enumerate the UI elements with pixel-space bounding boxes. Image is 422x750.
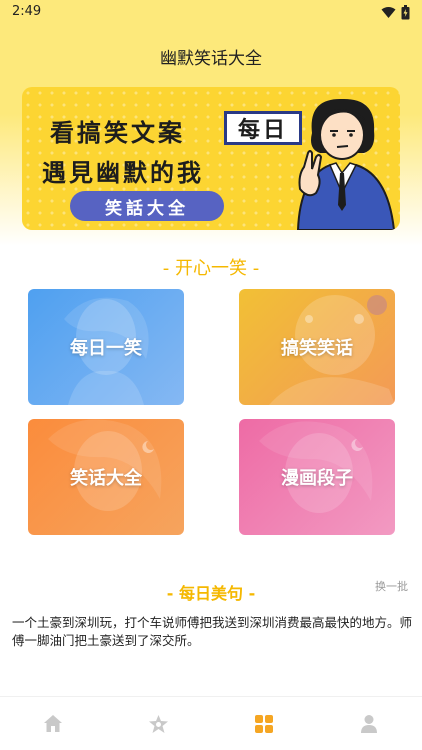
grid-icon (254, 714, 273, 733)
card-funny-jokes[interactable]: 搞笑笑话 (239, 289, 395, 405)
refresh-button[interactable]: 换一批 (375, 578, 408, 594)
card-label: 漫画段子 (281, 468, 353, 489)
banner-line-1: 看搞笑文案 (50, 119, 185, 147)
card-label: 搞笑笑话 (281, 338, 353, 359)
businessman-illustration (296, 98, 396, 230)
nav-item-jokes[interactable] (128, 697, 188, 750)
nav-item-profile[interactable] (339, 697, 399, 750)
battery-icon (401, 5, 410, 20)
wifi-icon (381, 7, 396, 18)
banner-line-2: 遇見幽默的我 (42, 159, 204, 187)
banner[interactable]: 看搞笑文案 每日 遇見幽默的我 笑話大全 (22, 87, 400, 230)
daily-quote-text: 一个土豪到深圳玩，打个车说师傅把我送到深圳消费最高最快的地方。师傅一脚油门把土豪… (12, 615, 413, 648)
section-title-quote: - 每日美句 - (166, 584, 256, 603)
home-icon (43, 715, 62, 732)
profile-icon (361, 714, 378, 733)
status-bar: 2:49 (0, 0, 422, 26)
star-icon (148, 714, 168, 733)
nav-item-home[interactable] (23, 697, 83, 750)
card-comic-jokes[interactable]: 漫画段子 (239, 419, 395, 535)
status-time: 2:49 (12, 4, 42, 19)
banner-pill: 笑話大全 (70, 191, 224, 221)
section-title-fun: - 开心一笑 - (162, 258, 260, 279)
card-daily-laugh[interactable]: 每日一笑 (28, 289, 184, 405)
page-title: 幽默笑话大全 (160, 49, 262, 69)
card-label: 每日一笑 (70, 338, 142, 359)
nav-item-category[interactable] (234, 697, 294, 750)
card-joke-collection[interactable]: 笑话大全 (28, 419, 184, 535)
card-label: 笑话大全 (70, 468, 142, 489)
bottom-nav (0, 696, 422, 750)
status-icons (381, 5, 410, 20)
